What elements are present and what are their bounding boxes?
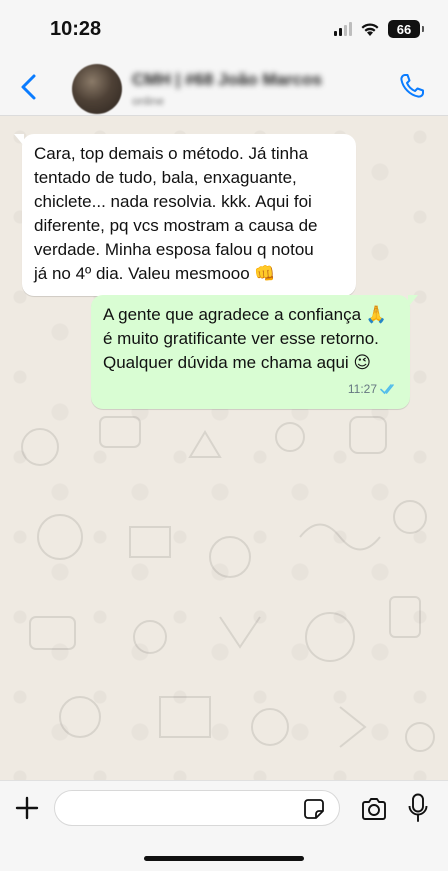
message-line: já no 4º dia. Valeu mesmooo 👊 <box>34 264 276 283</box>
plus-icon[interactable] <box>14 795 40 821</box>
wifi-icon <box>361 22 379 36</box>
read-ticks-icon <box>380 384 394 395</box>
status-icons: 66 <box>334 20 424 38</box>
signal-icon <box>334 22 352 36</box>
back-arrow-icon[interactable] <box>16 72 42 102</box>
message-line: chiclete... nada resolvia. kkk. Aqui foi <box>34 192 312 211</box>
message-time: 11:27 <box>347 382 377 396</box>
message-line: diferente, pq vcs mostram a causa de <box>34 216 318 235</box>
incoming-message-bubble[interactable]: Cara, top demais o método. Já tinha tent… <box>14 134 356 296</box>
chat-area[interactable]: Cara, top demais o método. Já tinha tent… <box>0 117 448 780</box>
battery-icon: 66 <box>388 20 424 38</box>
status-time: 10:28 <box>50 18 102 40</box>
contact-status: online <box>132 94 165 108</box>
message-line: Cara, top demais o método. Já tinha <box>34 144 309 163</box>
microphone-icon[interactable] <box>408 793 428 823</box>
sticker-icon[interactable] <box>303 798 325 820</box>
home-indicator <box>144 856 304 861</box>
message-line: verdade. Minha esposa falou q notou <box>34 240 314 259</box>
message-line: tentado de tudo, bala, enxaguante, <box>34 168 297 187</box>
message-meta: 11:27 <box>103 377 398 401</box>
camera-icon[interactable] <box>360 797 388 821</box>
message-input[interactable] <box>54 790 340 826</box>
message-line: A gente que agradece a confiança 🙏 <box>103 305 387 324</box>
message-line: Qualquer dúvida me chama aqui 😉 <box>103 353 372 372</box>
outgoing-message-bubble[interactable]: A gente que agradece a confiança 🙏 é mui… <box>91 295 418 409</box>
contact-avatar[interactable] <box>72 64 122 114</box>
chat-header: CMH | #68 João Marcos online <box>0 58 448 116</box>
message-line: é muito gratificante ver esse retorno. <box>103 329 379 348</box>
contact-name[interactable]: CMH | #68 João Marcos <box>132 70 322 90</box>
status-bar: 10:28 66 <box>0 0 448 58</box>
input-bar <box>0 780 448 871</box>
phone-icon[interactable] <box>398 72 426 100</box>
